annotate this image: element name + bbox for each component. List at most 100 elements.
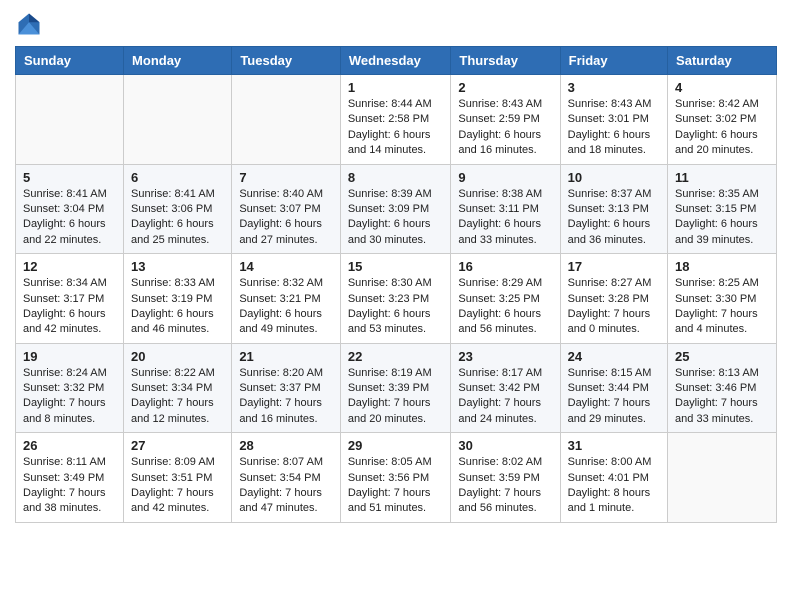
- day-info: Sunrise: 8:44 AM Sunset: 2:58 PM Dayligh…: [348, 97, 444, 159]
- calendar-cell: 20 Sunrise: 8:22 AM Sunset: 3:34 PM Dayli…: [124, 343, 232, 433]
- day-number: 30: [458, 438, 552, 453]
- day-number: 24: [568, 349, 660, 364]
- calendar: SundayMondayTuesdayWednesdayThursdayFrid…: [15, 46, 777, 523]
- day-number: 27: [131, 438, 224, 453]
- calendar-cell: 23 Sunrise: 8:17 AM Sunset: 3:42 PM Dayli…: [451, 343, 560, 433]
- day-info: Sunrise: 8:30 AM Sunset: 3:23 PM Dayligh…: [348, 276, 444, 338]
- day-number: 22: [348, 349, 444, 364]
- calendar-cell: 3 Sunrise: 8:43 AM Sunset: 3:01 PM Daylig…: [560, 75, 667, 165]
- day-info: Sunrise: 8:09 AM Sunset: 3:51 PM Dayligh…: [131, 455, 224, 517]
- calendar-week-4: 19 Sunrise: 8:24 AM Sunset: 3:32 PM Dayli…: [16, 343, 777, 433]
- calendar-cell: 24 Sunrise: 8:15 AM Sunset: 3:44 PM Dayli…: [560, 343, 667, 433]
- weekday-header-sunday: Sunday: [16, 47, 124, 75]
- day-number: 29: [348, 438, 444, 453]
- calendar-cell: 13 Sunrise: 8:33 AM Sunset: 3:19 PM Dayli…: [124, 254, 232, 344]
- calendar-cell: 1 Sunrise: 8:44 AM Sunset: 2:58 PM Daylig…: [340, 75, 451, 165]
- weekday-header-saturday: Saturday: [668, 47, 777, 75]
- day-info: Sunrise: 8:39 AM Sunset: 3:09 PM Dayligh…: [348, 187, 444, 249]
- calendar-cell: 29 Sunrise: 8:05 AM Sunset: 3:56 PM Dayli…: [340, 433, 451, 523]
- day-number: 26: [23, 438, 116, 453]
- day-info: Sunrise: 8:20 AM Sunset: 3:37 PM Dayligh…: [239, 366, 333, 428]
- day-number: 18: [675, 259, 769, 274]
- day-info: Sunrise: 8:27 AM Sunset: 3:28 PM Dayligh…: [568, 276, 660, 338]
- day-info: Sunrise: 8:33 AM Sunset: 3:19 PM Dayligh…: [131, 276, 224, 338]
- calendar-cell: 6Sunrise: 8:41 AM Sunset: 3:06 PM Daylig…: [124, 164, 232, 254]
- day-info: Sunrise: 8:42 AM Sunset: 3:02 PM Dayligh…: [675, 97, 769, 159]
- day-number: 23: [458, 349, 552, 364]
- calendar-cell: [668, 433, 777, 523]
- day-number: 10: [568, 170, 660, 185]
- day-number: 4: [675, 80, 769, 95]
- page-container: SundayMondayTuesdayWednesdayThursdayFrid…: [0, 0, 792, 538]
- calendar-cell: [124, 75, 232, 165]
- day-info: Sunrise: 8:11 AM Sunset: 3:49 PM Dayligh…: [23, 455, 116, 517]
- calendar-week-5: 26 Sunrise: 8:11 AM Sunset: 3:49 PM Dayli…: [16, 433, 777, 523]
- weekday-header-friday: Friday: [560, 47, 667, 75]
- calendar-cell: 18 Sunrise: 8:25 AM Sunset: 3:30 PM Dayli…: [668, 254, 777, 344]
- weekday-header-thursday: Thursday: [451, 47, 560, 75]
- calendar-cell: 30 Sunrise: 8:02 AM Sunset: 3:59 PM Dayli…: [451, 433, 560, 523]
- day-info: Sunrise: 8:40 AM Sunset: 3:07 PM Dayligh…: [239, 187, 333, 249]
- day-info: Sunrise: 8:24 AM Sunset: 3:32 PM Dayligh…: [23, 366, 116, 428]
- weekday-header-wednesday: Wednesday: [340, 47, 451, 75]
- logo-icon: [15, 10, 43, 38]
- day-number: 15: [348, 259, 444, 274]
- day-info: Sunrise: 8:00 AM Sunset: 4:01 PM Dayligh…: [568, 455, 660, 517]
- calendar-cell: 19 Sunrise: 8:24 AM Sunset: 3:32 PM Dayli…: [16, 343, 124, 433]
- day-number: 28: [239, 438, 333, 453]
- day-info: Sunrise: 8:05 AM Sunset: 3:56 PM Dayligh…: [348, 455, 444, 517]
- day-info: Sunrise: 8:29 AM Sunset: 3:25 PM Dayligh…: [458, 276, 552, 338]
- calendar-cell: 8 Sunrise: 8:39 AM Sunset: 3:09 PM Daylig…: [340, 164, 451, 254]
- calendar-cell: 27 Sunrise: 8:09 AM Sunset: 3:51 PM Dayli…: [124, 433, 232, 523]
- day-number: 14: [239, 259, 333, 274]
- day-info: Sunrise: 8:22 AM Sunset: 3:34 PM Dayligh…: [131, 366, 224, 428]
- calendar-cell: 9Sunrise: 8:38 AM Sunset: 3:11 PM Daylig…: [451, 164, 560, 254]
- day-number: 17: [568, 259, 660, 274]
- day-number: 8: [348, 170, 444, 185]
- calendar-week-3: 12Sunrise: 8:34 AM Sunset: 3:17 PM Dayli…: [16, 254, 777, 344]
- day-number: 19: [23, 349, 116, 364]
- day-info: Sunrise: 8:43 AM Sunset: 3:01 PM Dayligh…: [568, 97, 660, 159]
- day-number: 3: [568, 80, 660, 95]
- logo: [15, 10, 47, 38]
- calendar-cell: 5Sunrise: 8:41 AM Sunset: 3:04 PM Daylig…: [16, 164, 124, 254]
- day-number: 31: [568, 438, 660, 453]
- calendar-cell: 26 Sunrise: 8:11 AM Sunset: 3:49 PM Dayli…: [16, 433, 124, 523]
- calendar-week-1: 1 Sunrise: 8:44 AM Sunset: 2:58 PM Daylig…: [16, 75, 777, 165]
- day-info: Sunrise: 8:25 AM Sunset: 3:30 PM Dayligh…: [675, 276, 769, 338]
- day-number: 7: [239, 170, 333, 185]
- day-number: 2: [458, 80, 552, 95]
- day-info: Sunrise: 8:15 AM Sunset: 3:44 PM Dayligh…: [568, 366, 660, 428]
- day-info: Sunrise: 8:17 AM Sunset: 3:42 PM Dayligh…: [458, 366, 552, 428]
- day-number: 5: [23, 170, 116, 185]
- calendar-cell: 17 Sunrise: 8:27 AM Sunset: 3:28 PM Dayli…: [560, 254, 667, 344]
- day-info: Sunrise: 8:35 AM Sunset: 3:15 PM Dayligh…: [675, 187, 769, 249]
- calendar-week-2: 5Sunrise: 8:41 AM Sunset: 3:04 PM Daylig…: [16, 164, 777, 254]
- calendar-cell: [232, 75, 341, 165]
- calendar-cell: 10 Sunrise: 8:37 AM Sunset: 3:13 PM Dayli…: [560, 164, 667, 254]
- day-info: Sunrise: 8:02 AM Sunset: 3:59 PM Dayligh…: [458, 455, 552, 517]
- day-info: Sunrise: 8:07 AM Sunset: 3:54 PM Dayligh…: [239, 455, 333, 517]
- calendar-cell: 31 Sunrise: 8:00 AM Sunset: 4:01 PM Dayli…: [560, 433, 667, 523]
- day-number: 1: [348, 80, 444, 95]
- calendar-cell: 12Sunrise: 8:34 AM Sunset: 3:17 PM Dayli…: [16, 254, 124, 344]
- day-info: Sunrise: 8:19 AM Sunset: 3:39 PM Dayligh…: [348, 366, 444, 428]
- day-number: 20: [131, 349, 224, 364]
- day-number: 21: [239, 349, 333, 364]
- calendar-cell: 28 Sunrise: 8:07 AM Sunset: 3:54 PM Dayli…: [232, 433, 341, 523]
- day-info: Sunrise: 8:43 AM Sunset: 2:59 PM Dayligh…: [458, 97, 552, 159]
- day-info: Sunrise: 8:13 AM Sunset: 3:46 PM Dayligh…: [675, 366, 769, 428]
- weekday-header-tuesday: Tuesday: [232, 47, 341, 75]
- calendar-cell: 2 Sunrise: 8:43 AM Sunset: 2:59 PM Daylig…: [451, 75, 560, 165]
- day-number: 9: [458, 170, 552, 185]
- day-number: 13: [131, 259, 224, 274]
- calendar-cell: 14 Sunrise: 8:32 AM Sunset: 3:21 PM Dayli…: [232, 254, 341, 344]
- calendar-cell: 4 Sunrise: 8:42 AM Sunset: 3:02 PM Daylig…: [668, 75, 777, 165]
- calendar-cell: 7 Sunrise: 8:40 AM Sunset: 3:07 PM Daylig…: [232, 164, 341, 254]
- day-number: 16: [458, 259, 552, 274]
- weekday-header-monday: Monday: [124, 47, 232, 75]
- day-info: Sunrise: 8:32 AM Sunset: 3:21 PM Dayligh…: [239, 276, 333, 338]
- day-info: Sunrise: 8:41 AM Sunset: 3:06 PM Dayligh…: [131, 187, 224, 249]
- day-info: Sunrise: 8:37 AM Sunset: 3:13 PM Dayligh…: [568, 187, 660, 249]
- calendar-cell: 22 Sunrise: 8:19 AM Sunset: 3:39 PM Dayli…: [340, 343, 451, 433]
